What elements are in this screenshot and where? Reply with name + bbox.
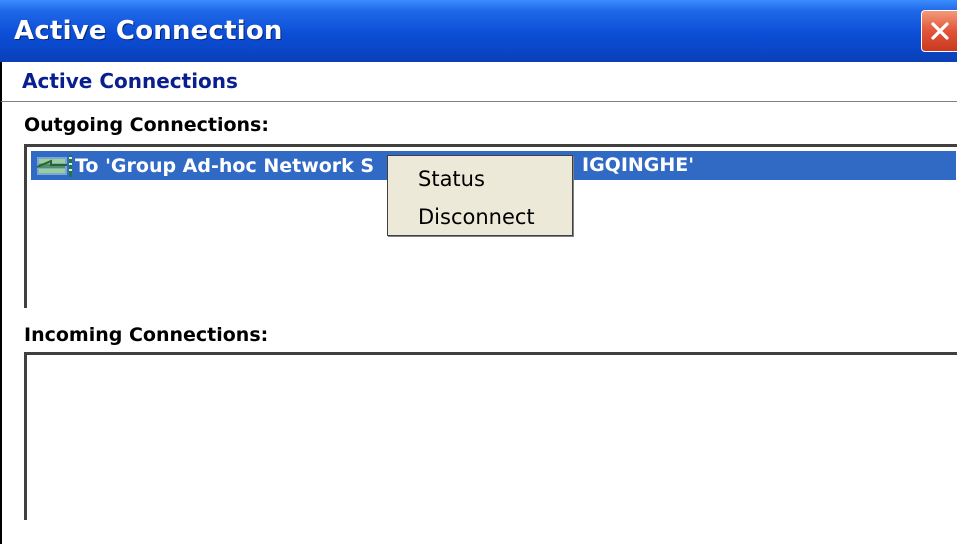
window-title: Active Connection <box>14 16 283 46</box>
page-title: Active Connections <box>22 69 238 93</box>
close-icon <box>930 22 949 40</box>
incoming-connections-label: Incoming Connections: <box>24 324 269 346</box>
header-band: Active Connections <box>0 62 957 102</box>
incoming-connections-list[interactable] <box>24 352 957 520</box>
context-menu: Status Disconnect <box>387 155 573 236</box>
title-bar[interactable]: Active Connection <box>0 0 957 62</box>
outgoing-connections-label: Outgoing Connections: <box>24 114 269 136</box>
close-button[interactable] <box>921 10 957 52</box>
menu-item-status[interactable]: Status <box>388 160 572 198</box>
connection-name-start: To 'Group Ad-hoc Network S <box>75 154 375 177</box>
connection-name-end: IGQINGHE' <box>582 154 695 176</box>
network-connection-icon <box>31 151 75 180</box>
menu-item-disconnect[interactable]: Disconnect <box>388 198 572 236</box>
